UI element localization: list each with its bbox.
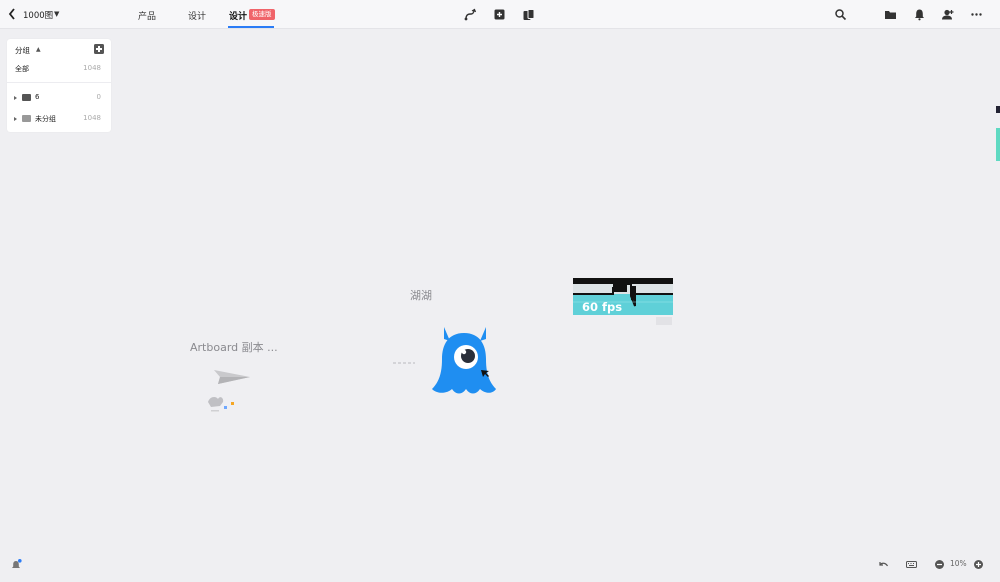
add-box-icon[interactable]	[493, 8, 506, 21]
paper-plane-illustration[interactable]	[206, 366, 254, 418]
artboard-label[interactable]: 湖湖	[410, 287, 432, 303]
group-all-label: 全部	[15, 65, 29, 73]
divider	[7, 82, 111, 83]
group-all-count: 1048	[83, 64, 101, 72]
tab-product[interactable]: 产品	[138, 9, 156, 22]
zoom-level[interactable]: 10%	[950, 559, 967, 568]
fast-badge: 极速版	[249, 9, 275, 20]
notification-icon[interactable]	[11, 559, 22, 570]
undo-icon[interactable]	[878, 559, 889, 570]
zoom-out-icon[interactable]	[934, 559, 945, 570]
scroll-marker	[996, 106, 1000, 113]
add-user-icon[interactable]	[941, 8, 954, 21]
group-item[interactable]: 未分组 1048	[7, 112, 111, 126]
chevron-down-icon[interactable]: ▼	[54, 10, 59, 18]
blue-monster-illustration[interactable]	[430, 325, 498, 397]
scrollbar-thumb[interactable]	[996, 128, 1000, 161]
group-item-count: 1048	[83, 114, 101, 122]
groups-title[interactable]: 分组	[15, 45, 30, 56]
group-item[interactable]: 6 0	[7, 91, 111, 105]
expand-icon[interactable]	[14, 117, 17, 121]
project-name[interactable]: 1000图	[23, 9, 53, 21]
active-tab-indicator	[228, 26, 274, 28]
group-item-label: 6	[35, 93, 40, 101]
artboard-label[interactable]: Artboard 副本 ...	[190, 339, 278, 355]
group-item-label: 未分组	[35, 115, 56, 123]
caret-up-icon[interactable]: ▲	[36, 46, 41, 53]
tab-design[interactable]: 设计	[188, 9, 206, 22]
dashed-line	[393, 362, 415, 364]
add-group-button[interactable]	[94, 44, 104, 54]
group-all[interactable]: 全部 1048	[7, 62, 111, 76]
top-toolbar: 1000图 ▼ 产品 设计 设计 极速版	[0, 0, 1000, 29]
back-arrow-icon[interactable]	[7, 7, 17, 21]
bell-icon[interactable]	[913, 8, 926, 21]
fps-shadow	[656, 317, 672, 325]
zoom-in-icon[interactable]	[973, 559, 984, 570]
groups-panel: 分组 ▲ 全部 1048 6 0 未分组 1048	[7, 39, 111, 132]
folder-icon	[22, 115, 31, 122]
folder-icon	[22, 94, 31, 101]
keyboard-icon[interactable]	[906, 559, 917, 570]
fps-readout: 60 fps	[582, 300, 623, 314]
more-icon[interactable]	[970, 8, 983, 21]
flow-arrow-icon[interactable]	[464, 8, 477, 21]
search-icon[interactable]	[834, 8, 847, 21]
folder-icon[interactable]	[884, 8, 897, 21]
group-item-count: 0	[96, 93, 101, 101]
expand-icon[interactable]	[14, 96, 17, 100]
cards-icon[interactable]	[522, 8, 535, 21]
tab-design-fast[interactable]: 设计	[229, 9, 247, 22]
